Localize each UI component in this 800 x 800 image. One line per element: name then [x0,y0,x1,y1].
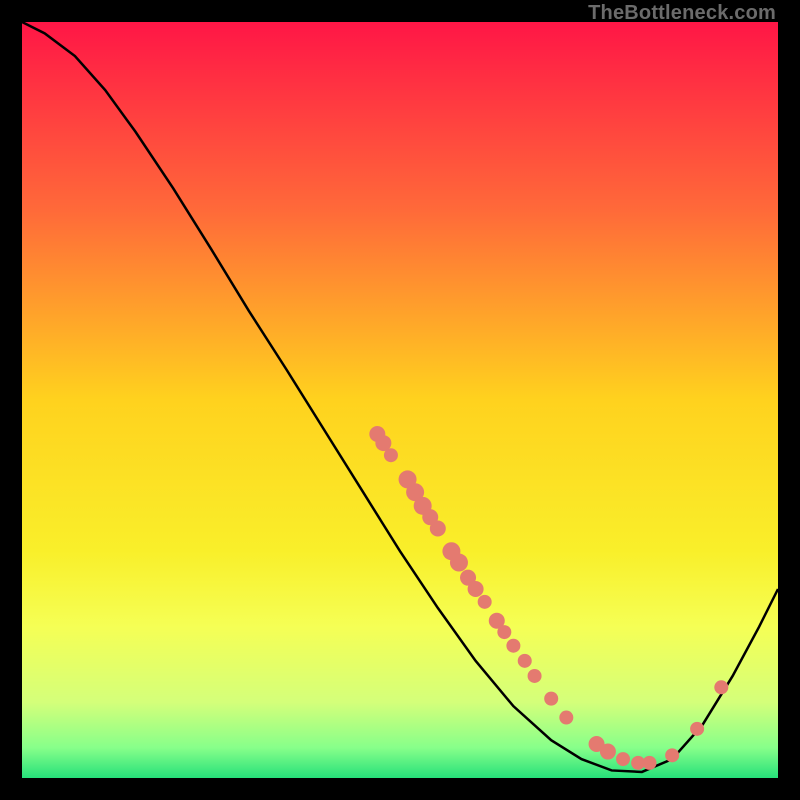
scatter-point [665,748,679,762]
scatter-point [690,722,704,736]
scatter-point [714,680,728,694]
chart-plot [22,22,778,778]
scatter-point [468,581,484,597]
scatter-point [559,711,573,725]
scatter-point [506,639,520,653]
scatter-point [384,448,398,462]
scatter-point [544,692,558,706]
scatter-point [450,554,468,572]
scatter-point [600,744,616,760]
chart-background [22,22,778,778]
scatter-point [616,752,630,766]
scatter-point [430,521,446,537]
scatter-point [642,756,656,770]
scatter-point [478,595,492,609]
scatter-point [518,654,532,668]
scatter-point [528,669,542,683]
scatter-point [497,625,511,639]
chart-frame: TheBottleneck.com [0,0,800,800]
